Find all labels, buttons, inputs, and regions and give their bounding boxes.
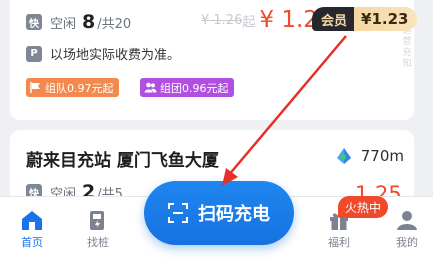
page: 快 空闲 8 /共20 ¥ 1.26 起 ¥ 1.25 起 P 以场地实际收费为… bbox=[0, 0, 433, 268]
original-price: ¥ 1.26 bbox=[201, 12, 243, 28]
scan-to-charge-button[interactable]: 扫码充电 bbox=[144, 181, 294, 245]
original-price-unit: 起 bbox=[242, 14, 256, 30]
tab-find-charger[interactable]: 找桩 bbox=[68, 209, 128, 250]
scan-icon bbox=[168, 203, 188, 223]
member-label: 会员 bbox=[312, 7, 355, 31]
tab-find-charger-label: 找桩 bbox=[87, 236, 109, 249]
team-discount-badge: 组队0.97元起 bbox=[26, 78, 119, 97]
user-icon bbox=[397, 211, 417, 230]
member-price: ¥1.23 bbox=[354, 7, 418, 31]
side-label: 运营充知 bbox=[402, 26, 412, 69]
fast-charge-tag: 快 bbox=[26, 14, 42, 30]
station-title: 蔚来目充站 厦门飞鱼大厦 bbox=[26, 151, 219, 171]
group-discount-badge: 组团0.96元起 bbox=[140, 78, 234, 97]
scan-to-charge-label: 扫码充电 bbox=[198, 204, 270, 225]
parking-icon: P bbox=[26, 45, 42, 62]
member-price-pill: 会员 ¥1.23 bbox=[312, 7, 418, 31]
parking-note: 以场地实际收费为准。 bbox=[50, 48, 181, 63]
group-icon bbox=[144, 82, 157, 93]
flag-icon bbox=[30, 82, 40, 93]
navigation-icon bbox=[336, 148, 351, 164]
home-icon bbox=[22, 211, 42, 230]
tab-profile-label: 我的 bbox=[396, 236, 418, 249]
tab-home[interactable]: 首页 bbox=[2, 209, 62, 250]
team-discount-label: 组队0.97元起 bbox=[45, 81, 114, 95]
distance: 770m bbox=[334, 146, 404, 166]
hot-badge: 火热中 bbox=[338, 196, 389, 218]
group-discount-label: 组团0.96元起 bbox=[160, 81, 229, 95]
distance-value: 770m bbox=[360, 147, 404, 165]
tab-benefits-label: 福利 bbox=[328, 236, 350, 249]
parking-row: P 以场地实际收费为准。 bbox=[26, 44, 180, 63]
free-count: 8 bbox=[82, 11, 96, 33]
charger-icon bbox=[90, 211, 104, 230]
tab-home-label: 首页 bbox=[21, 236, 43, 249]
status-label: 空闲 bbox=[50, 16, 77, 32]
tab-profile[interactable]: 我的 bbox=[377, 209, 433, 250]
availability-row: 快 空闲 8 /共20 bbox=[26, 11, 131, 33]
total-label: /共20 bbox=[97, 16, 132, 32]
